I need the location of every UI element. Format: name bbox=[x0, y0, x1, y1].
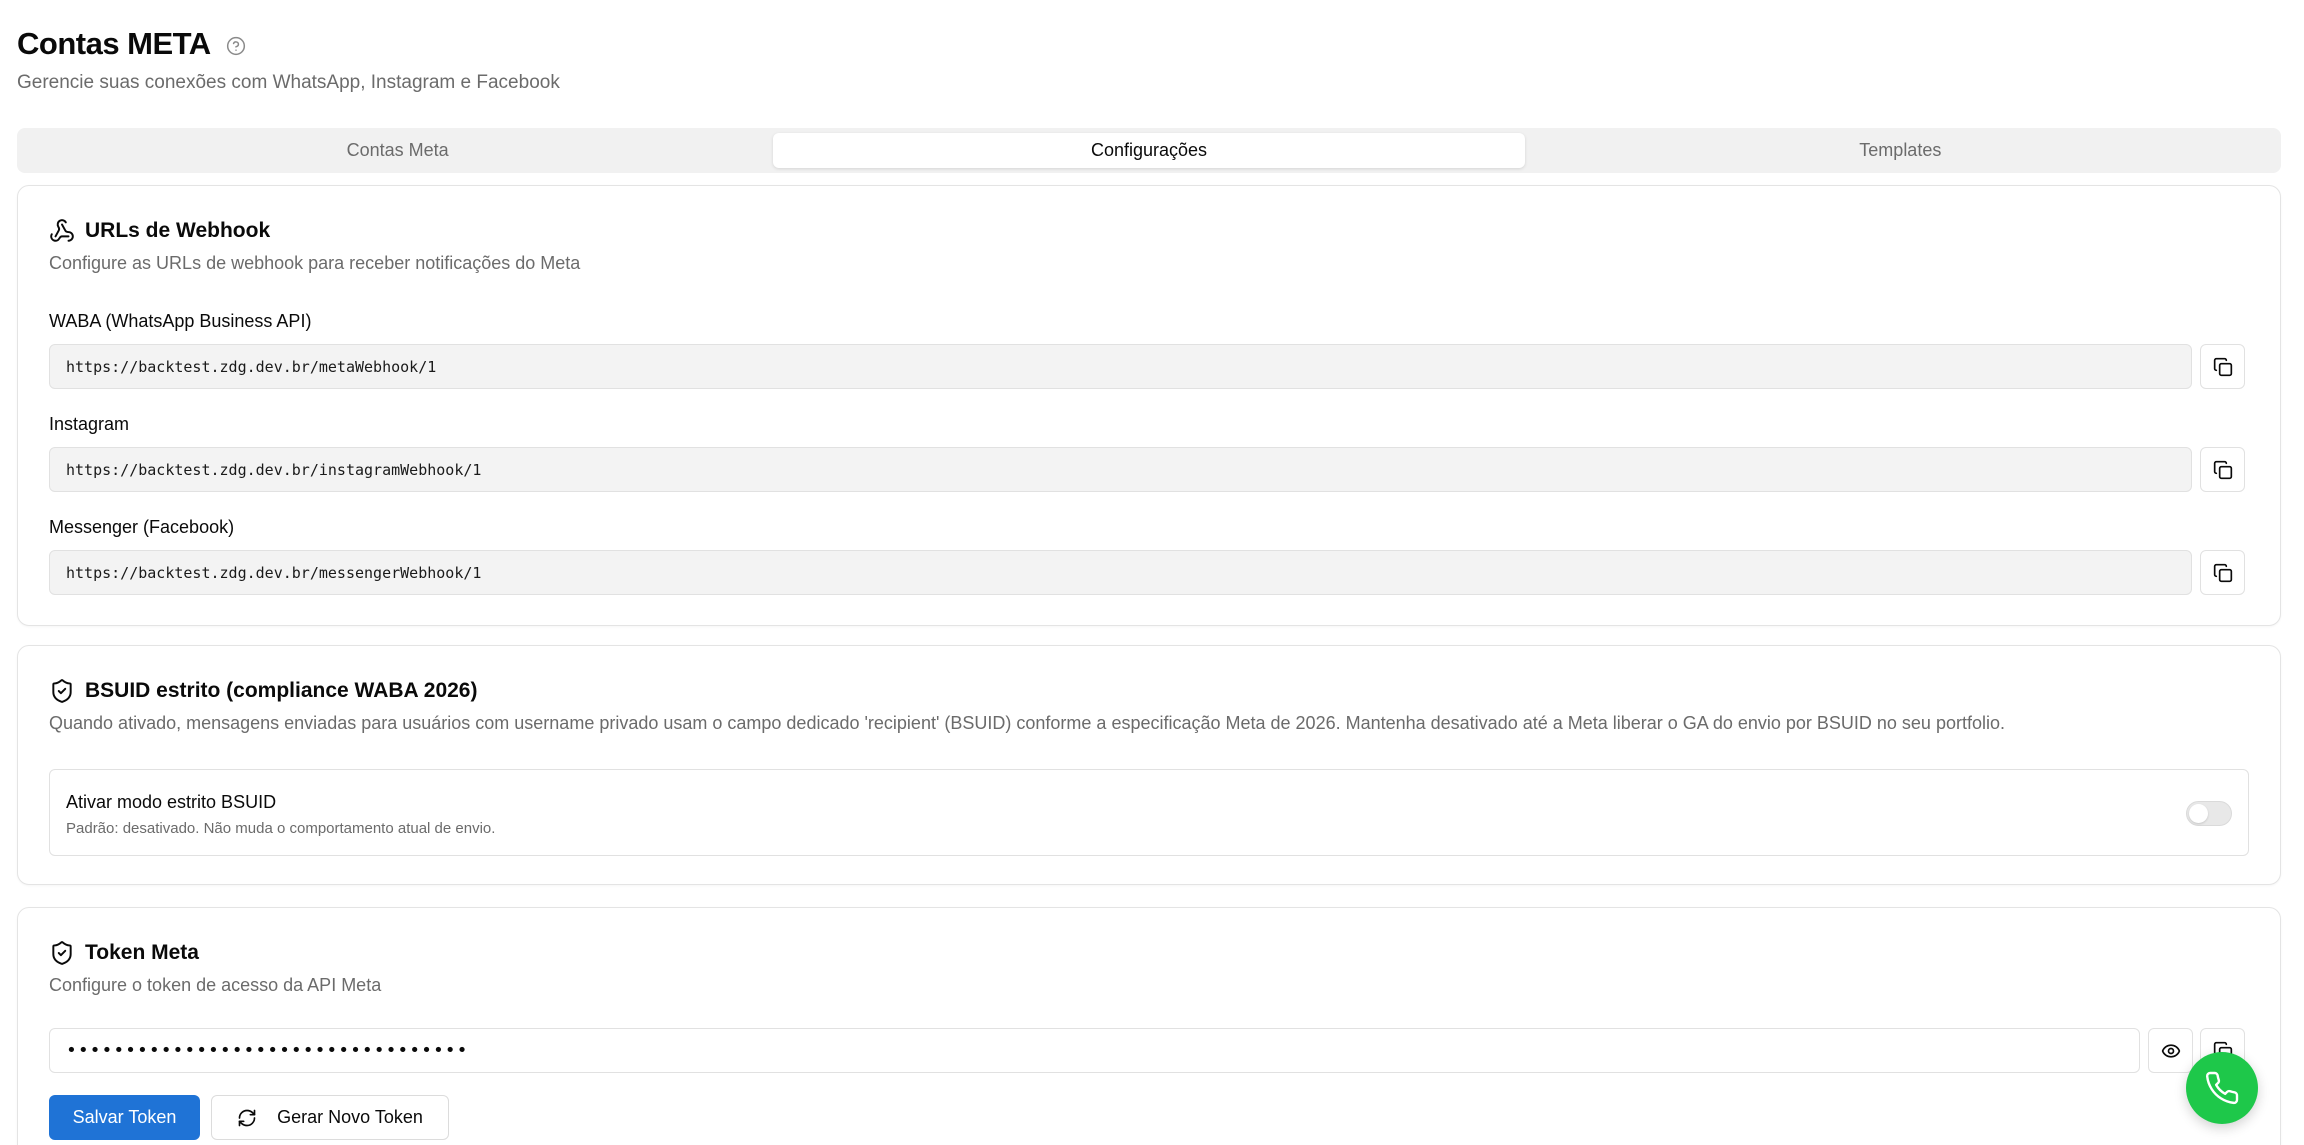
tab-configuracoes[interactable]: Configurações bbox=[773, 133, 1525, 168]
bsuid-card-title: BSUID estrito (compliance WABA 2026) bbox=[49, 678, 477, 704]
webhook-icon bbox=[49, 218, 75, 244]
toggle-visibility-button[interactable] bbox=[2148, 1028, 2193, 1073]
tab-templates[interactable]: Templates bbox=[1525, 133, 2276, 168]
phone-icon bbox=[2205, 1071, 2239, 1105]
whatsapp-fab-button[interactable] bbox=[2186, 1052, 2258, 1124]
copy-instagram-button[interactable] bbox=[2200, 447, 2245, 492]
copy-icon bbox=[2213, 357, 2232, 376]
page-title: Contas META bbox=[17, 26, 211, 61]
bsuid-card: BSUID estrito (compliance WABA 2026) Qua… bbox=[17, 645, 2281, 885]
bsuid-title-text: BSUID estrito (compliance WABA 2026) bbox=[85, 679, 478, 702]
save-token-button[interactable]: Salvar Token bbox=[49, 1095, 200, 1140]
copy-waba-button[interactable] bbox=[2200, 344, 2245, 389]
bsuid-description: Quando ativado, mensagens enviadas para … bbox=[49, 713, 2005, 733]
page-header: Contas META bbox=[17, 26, 246, 62]
eye-icon bbox=[2161, 1043, 2180, 1058]
waba-url-field[interactable]: https://backtest.zdg.dev.br/metaWebhook/… bbox=[49, 344, 2192, 389]
tab-contas-meta[interactable]: Contas Meta bbox=[22, 133, 773, 168]
token-card: Token Meta Configure o token de acesso d… bbox=[17, 907, 2281, 1145]
bsuid-toggle-switch[interactable] bbox=[2186, 801, 2232, 826]
bsuid-toggle-desc: Padrão: desativado. Não muda o comportam… bbox=[66, 820, 496, 837]
bsuid-toggle-row: Ativar modo estrito BSUID Padrão: desati… bbox=[49, 769, 2249, 856]
webhook-card-title: URLs de Webhook bbox=[49, 218, 270, 244]
help-circle-icon[interactable] bbox=[226, 36, 246, 56]
switch-knob bbox=[2189, 804, 2208, 823]
copy-icon bbox=[2213, 563, 2232, 582]
shield-check-icon bbox=[49, 940, 75, 966]
instagram-url-field[interactable]: https://backtest.zdg.dev.br/instagramWeb… bbox=[49, 447, 2192, 492]
page-subtitle: Gerencie suas conexões com WhatsApp, Ins… bbox=[17, 72, 560, 93]
generate-token-button[interactable]: Gerar Novo Token bbox=[211, 1095, 449, 1140]
token-input[interactable]: •••••••••••••••••••••••••••••••••• bbox=[49, 1028, 2140, 1073]
shield-check-icon bbox=[49, 678, 75, 704]
webhook-title-text: URLs de Webhook bbox=[85, 219, 271, 242]
generate-token-label: Gerar Novo Token bbox=[277, 1107, 423, 1127]
token-description: Configure o token de acesso da API Meta bbox=[49, 975, 382, 995]
waba-label: WABA (WhatsApp Business API) bbox=[49, 311, 312, 331]
webhook-description: Configure as URLs de webhook para recebe… bbox=[49, 253, 581, 273]
instagram-label: Instagram bbox=[49, 414, 130, 434]
bsuid-toggle-title: Ativar modo estrito BSUID bbox=[66, 792, 277, 812]
copy-messenger-button[interactable] bbox=[2200, 550, 2245, 595]
token-card-title: Token Meta bbox=[49, 940, 199, 966]
token-title-text: Token Meta bbox=[85, 941, 199, 964]
tabs-bar: Contas Meta Configurações Templates bbox=[17, 128, 2281, 173]
messenger-label: Messenger (Facebook) bbox=[49, 517, 235, 537]
refresh-icon bbox=[238, 1109, 256, 1126]
copy-icon bbox=[2213, 460, 2232, 479]
webhook-card: URLs de Webhook Configure as URLs de web… bbox=[17, 185, 2281, 626]
messenger-url-field[interactable]: https://backtest.zdg.dev.br/messengerWeb… bbox=[49, 550, 2192, 595]
